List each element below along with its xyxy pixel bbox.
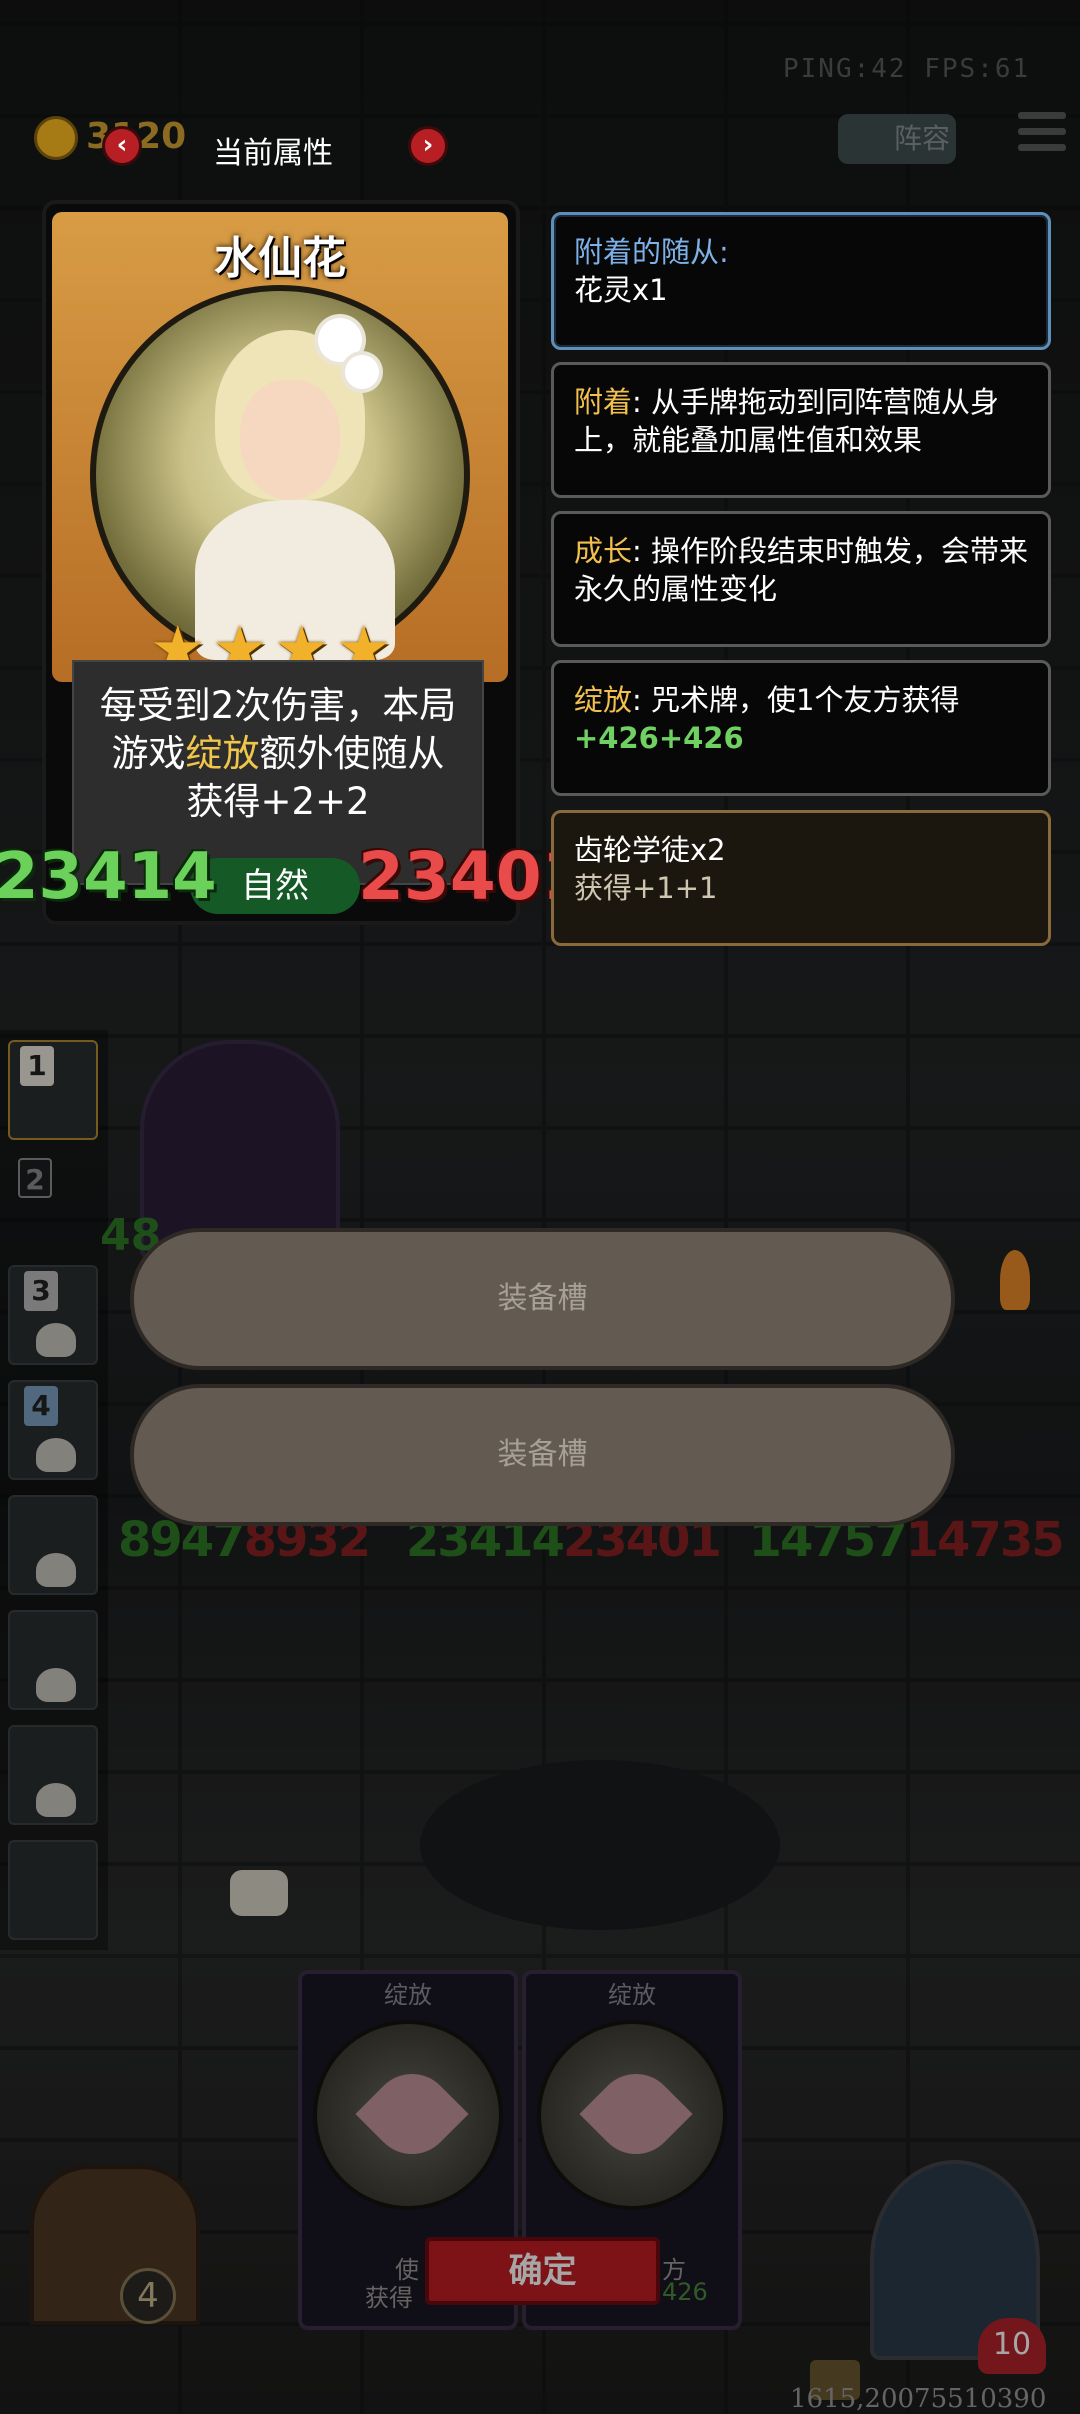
growth-keyword: 成长 [574, 534, 633, 568]
bloom-keyword-box: 绽放: 咒术牌，使1个友方获得 +426+426 [551, 660, 1051, 796]
card-description: 每受到2次伤害，本局 游戏绽放额外使随从 获得+2+2 [72, 682, 484, 826]
attach-description: : 从手牌拖动到同阵营随从身上，就能叠加属性值和效果 [574, 385, 1000, 457]
card-attack: 23414 [0, 840, 217, 914]
menu-icon[interactable] [1018, 112, 1066, 156]
lineup-button[interactable]: 阵容 [838, 114, 956, 164]
growth-description: : 操作阶段结束时触发，会带来永久的属性变化 [574, 534, 1029, 606]
gear-apprentice-name: 齿轮学徒x2 [574, 833, 726, 867]
gear-apprentice-bonus: 获得+1+1 [574, 871, 718, 905]
card-name: 水仙花 [214, 233, 346, 284]
equipment-slot-1[interactable]: 装备槽 [130, 1228, 955, 1370]
attach-keyword-box: 附着: 从手牌拖动到同阵营随从身上，就能叠加属性值和效果 [551, 362, 1051, 498]
description-line-2: 游戏绽放额外使随从 [72, 730, 484, 778]
bloom-bonus: +426+426 [574, 721, 744, 755]
bloom-description: : 咒术牌，使1个友方获得 [632, 683, 960, 717]
previous-arrow-button[interactable]: ‹ [102, 126, 142, 166]
gear-apprentice-box: 齿轮学徒x2 获得+1+1 [551, 810, 1051, 946]
attached-minions-box: 附着的随从: 花灵x1 [551, 212, 1051, 350]
attached-value: 花灵x1 [574, 273, 668, 307]
growth-keyword-box: 成长: 操作阶段结束时触发，会带来永久的属性变化 [551, 511, 1051, 647]
ping-fps-readout: PING:42 FPS:61 [783, 54, 1031, 84]
next-arrow-button[interactable]: › [408, 126, 448, 166]
attached-label: 附着的随从: [574, 235, 729, 269]
page-title: 当前属性 [213, 136, 333, 171]
description-line-1: 每受到2次伤害，本局 [99, 684, 457, 727]
description-text: 额外使随从 [259, 732, 445, 775]
description-text: 游戏 [111, 732, 186, 775]
attach-keyword: 附着 [574, 385, 633, 419]
portrait-face [240, 380, 340, 500]
coin-icon [34, 116, 78, 160]
flower-icon [345, 355, 379, 389]
equipment-slot-2[interactable]: 装备槽 [130, 1384, 955, 1526]
bloom-keyword: 绽放 [185, 732, 260, 775]
bloom-keyword: 绽放 [574, 683, 633, 717]
description-line-3: 获得+2+2 [186, 780, 370, 823]
